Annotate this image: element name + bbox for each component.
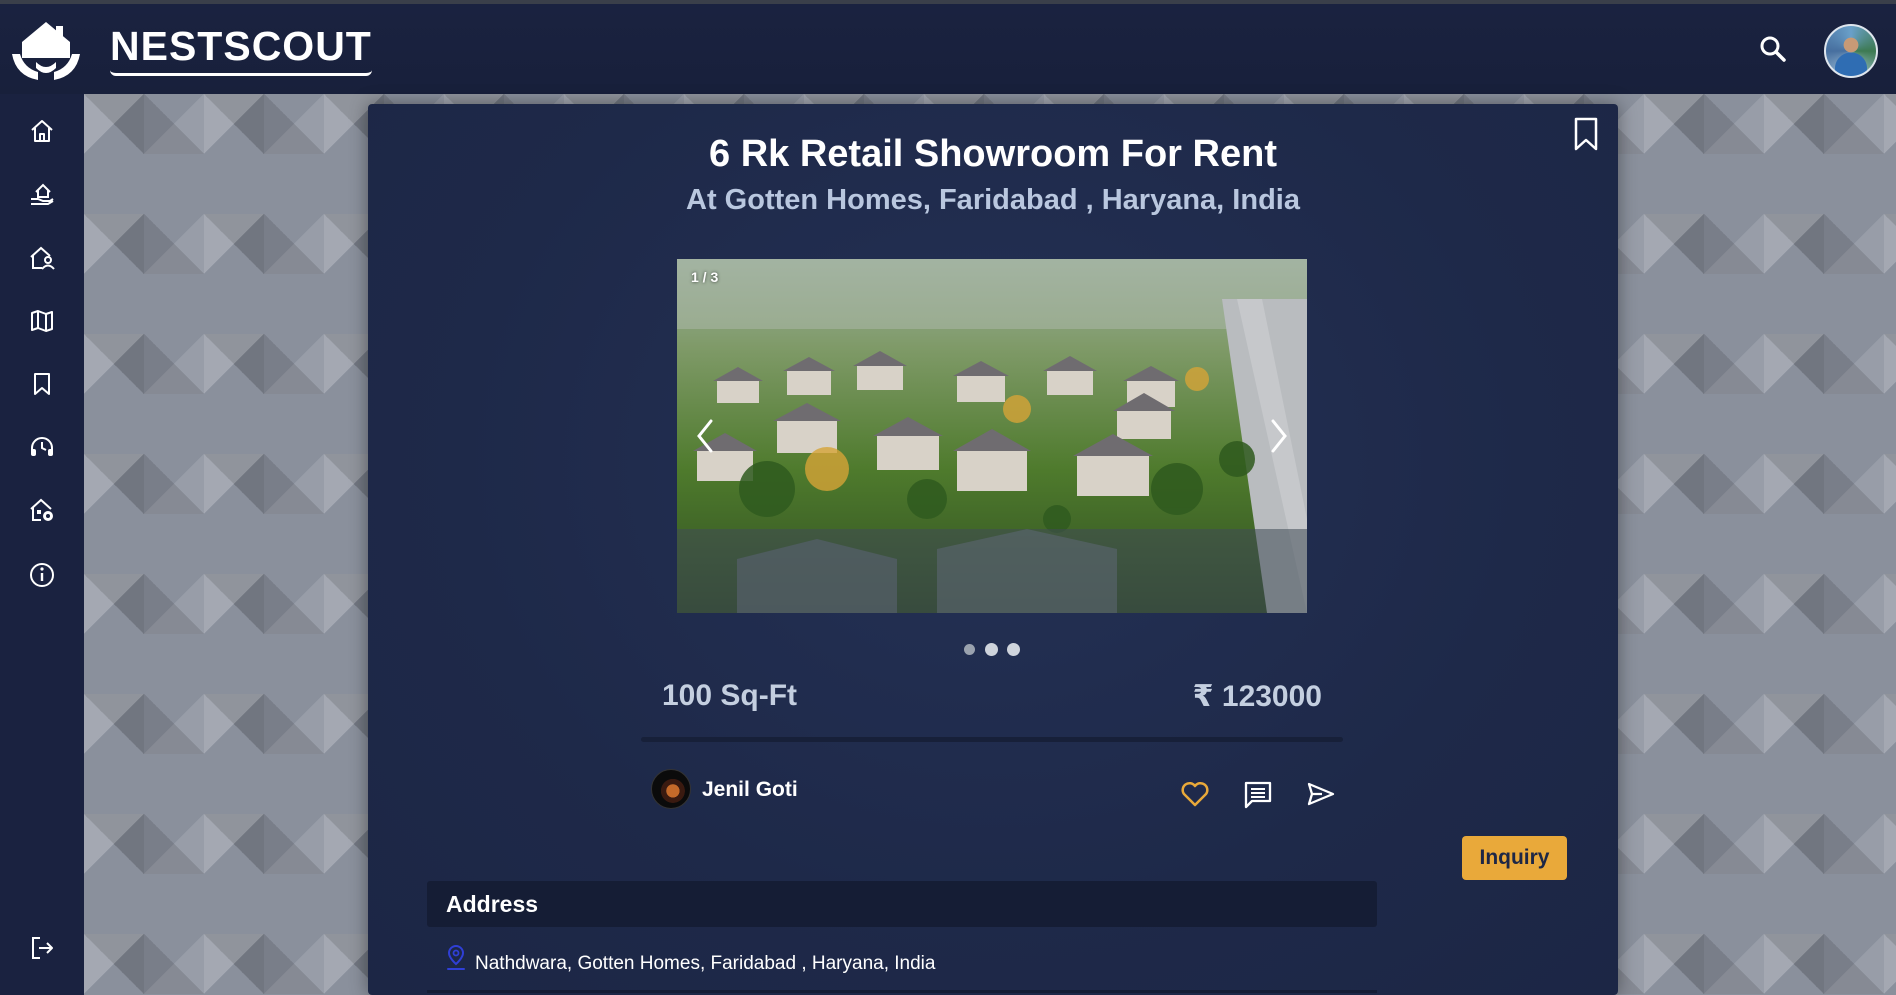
listing-subtitle: At Gotten Homes, Faridabad , Haryana, In… [686, 184, 1300, 216]
support-headset-icon [31, 437, 53, 456]
sidebar [0, 94, 84, 995]
property-area: 100 Sq-Ft [662, 679, 798, 712]
address-section-header: Address [427, 881, 1377, 927]
owner-avatar[interactable] [651, 769, 691, 809]
logout-button[interactable] [26, 932, 58, 964]
owner-name[interactable]: Jenil Goti [702, 778, 798, 802]
search-icon[interactable] [1756, 32, 1790, 66]
logout-icon [32, 937, 53, 959]
info-icon [30, 563, 54, 587]
carousel-prev-icon[interactable] [689, 411, 719, 461]
inquiry-button[interactable]: Inquiry [1462, 836, 1567, 880]
sidebar-item-map[interactable] [26, 305, 58, 337]
map-icon [31, 310, 53, 332]
image-counter: 1 / 3 [691, 269, 719, 285]
address-text: Nathdwara, Gotten Homes, Faridabad , Har… [475, 953, 936, 974]
carousel-dots [962, 643, 1022, 657]
property-photo [677, 259, 1307, 613]
sidebar-item-properties[interactable] [26, 178, 58, 210]
home-icon [31, 120, 53, 142]
address-underline [427, 990, 1377, 993]
location-pin-icon [447, 944, 465, 970]
sidebar-item-about[interactable] [26, 559, 58, 591]
sidebar-item-support[interactable] [26, 432, 58, 464]
logo-icon [12, 22, 80, 80]
property-price: ₹ 123000 [1192, 680, 1322, 713]
sidebar-item-manage[interactable] [26, 494, 58, 526]
heart-icon[interactable] [1179, 778, 1211, 810]
listing-title: 6 Rk Retail Showroom For Rent [709, 133, 1277, 175]
image-carousel[interactable]: 1 / 3 [677, 259, 1307, 613]
house-user-icon [30, 246, 55, 270]
carousel-next-icon[interactable] [1265, 411, 1295, 461]
share-icon[interactable] [1305, 778, 1337, 810]
carousel-dot[interactable] [964, 644, 975, 655]
comment-icon[interactable] [1242, 778, 1274, 810]
user-avatar[interactable] [1824, 24, 1878, 78]
carousel-dot[interactable] [985, 643, 998, 656]
brand-name[interactable]: NESTSCOUT [110, 23, 372, 77]
carousel-dot[interactable] [1007, 643, 1020, 656]
divider [641, 737, 1343, 742]
bookmark-icon [34, 373, 50, 395]
sidebar-item-my-properties[interactable] [26, 242, 58, 274]
sidebar-item-home[interactable] [26, 115, 58, 147]
sidebar-item-saved[interactable] [26, 368, 58, 400]
address-heading: Address [446, 891, 539, 917]
house-settings-icon [30, 498, 53, 521]
property-hand-icon [31, 183, 54, 205]
top-header: NESTSCOUT [0, 4, 1896, 94]
